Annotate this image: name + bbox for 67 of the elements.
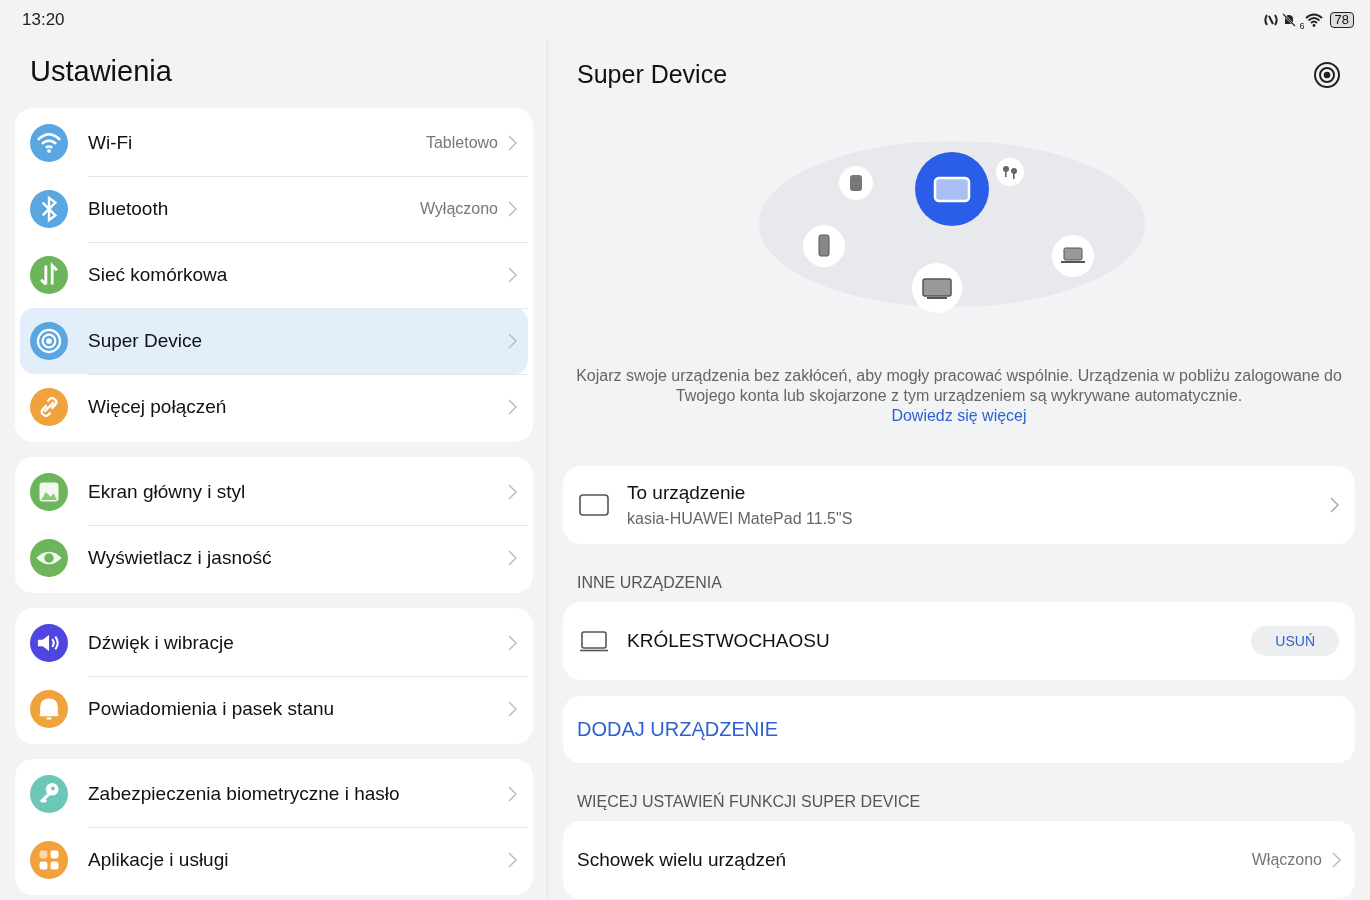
chevron-right-icon bbox=[508, 200, 517, 217]
tablet-icon bbox=[579, 494, 609, 516]
item-label: Wyświetlacz i jasność bbox=[88, 547, 273, 569]
settings-item[interactable]: Zabezpieczenia biometryczne i hasło bbox=[20, 761, 528, 827]
chevron-right-icon bbox=[508, 483, 517, 500]
wifi-icon bbox=[1304, 13, 1323, 27]
settings-item[interactable]: Więcej połączeń bbox=[20, 374, 528, 440]
settings-item[interactable]: Sieć komórkowa bbox=[20, 242, 528, 308]
chevron-right-icon bbox=[508, 785, 517, 802]
speaker-icon bbox=[839, 166, 873, 200]
laptop-icon bbox=[1052, 235, 1094, 277]
settings-item[interactable]: Dźwięk i wibracje bbox=[20, 610, 528, 676]
add-device-link[interactable]: DODAJ URZĄDZENIE bbox=[577, 718, 779, 741]
section-header: WIĘCEJ USTAWIEŃ FUNKCJI SUPER DEVICE bbox=[576, 793, 922, 811]
section-title: Super Device bbox=[577, 59, 728, 89]
device-title: To urządzenie bbox=[627, 482, 747, 504]
remove-button[interactable]: USUŃ bbox=[1251, 626, 1339, 656]
earbuds-icon bbox=[996, 158, 1024, 186]
settings-item[interactable]: Wi-Fi Tabletowo bbox=[20, 110, 528, 176]
chevron-right-icon bbox=[1332, 852, 1341, 868]
chevron-right-icon bbox=[508, 399, 517, 415]
item-label: Super Device bbox=[88, 329, 204, 352]
learn-more-link[interactable]: Dowiedz się więcej bbox=[891, 407, 1027, 424]
phone-icon bbox=[803, 225, 845, 267]
device-name: KRÓLESTWOCHAOSU bbox=[627, 630, 831, 652]
laptop-icon bbox=[579, 630, 609, 652]
settings-item[interactable]: Powiadomienia i pasek stanu bbox=[20, 676, 528, 742]
monitor-icon bbox=[912, 263, 962, 313]
settings-item[interactable]: Ekran główny i styl bbox=[20, 459, 528, 525]
item-label: Wi-Fi bbox=[88, 131, 134, 154]
muted-bell-icon bbox=[1281, 13, 1296, 27]
setting-label: Schowek wielu urządzeń bbox=[577, 849, 788, 871]
item-value: Tabletowo bbox=[425, 133, 498, 152]
chevron-right-icon bbox=[1330, 497, 1339, 513]
chevron-right-icon bbox=[508, 701, 517, 717]
item-label: Aplikacje i usługi bbox=[88, 849, 230, 871]
settings-item[interactable]: Wyświetlacz i jasność bbox=[20, 525, 528, 591]
this-device-card[interactable]: To urządzenie kasia-HUAWEI MatePad 11.5"S bbox=[563, 466, 1355, 544]
chevron-right-icon bbox=[508, 332, 517, 349]
section-header: INNE URZĄDZENIA bbox=[576, 574, 723, 592]
item-label: Sieć komórkowa bbox=[88, 263, 229, 286]
radar-icon[interactable] bbox=[1313, 61, 1341, 89]
item-label: Powiadomienia i pasek stanu bbox=[88, 698, 336, 720]
item-label: Ekran główny i styl bbox=[88, 480, 247, 503]
chevron-right-icon bbox=[508, 266, 517, 283]
item-label: Bluetooth bbox=[88, 197, 170, 220]
settings-item[interactable]: Bluetooth Wyłączono bbox=[20, 176, 528, 242]
battery-indicator: 78 bbox=[1329, 12, 1354, 28]
setting-row[interactable]: Schowek wielu urządzeń Włączono bbox=[563, 821, 1355, 899]
settings-item[interactable]: Super Device bbox=[20, 308, 528, 374]
item-value: Wyłączono bbox=[419, 199, 498, 218]
nfc-icon bbox=[1263, 13, 1278, 27]
item-label: Więcej połączeń bbox=[88, 396, 228, 418]
wifi-standard-label: 6 bbox=[1299, 20, 1305, 31]
status-time: 13:20 bbox=[22, 10, 65, 30]
page-title: Ustawienia bbox=[29, 54, 173, 89]
item-label: Dźwięk i wibracje bbox=[88, 631, 235, 654]
chevron-right-icon bbox=[508, 550, 517, 566]
chevron-right-icon bbox=[508, 634, 517, 651]
item-label: Zabezpieczenia biometryczne i hasło bbox=[88, 782, 401, 805]
description-text: Kojarz swoje urządzenia bez zakłóceń, aby mogły pracować wspólnie. Urządzenia w pobliżu zalogowane do Twojego konta lub skojarzone z tym urządzeniem są wykrywane automatycznie. bbox=[575, 366, 1343, 406]
chevron-right-icon bbox=[508, 134, 517, 151]
setting-value: Włączono bbox=[1251, 851, 1322, 869]
settings-item[interactable]: Aplikacje i usługi bbox=[20, 827, 528, 893]
device-model: kasia-HUAWEI MatePad 11.5"S bbox=[627, 510, 854, 528]
chevron-right-icon bbox=[508, 852, 517, 868]
tablet-icon bbox=[915, 152, 989, 226]
